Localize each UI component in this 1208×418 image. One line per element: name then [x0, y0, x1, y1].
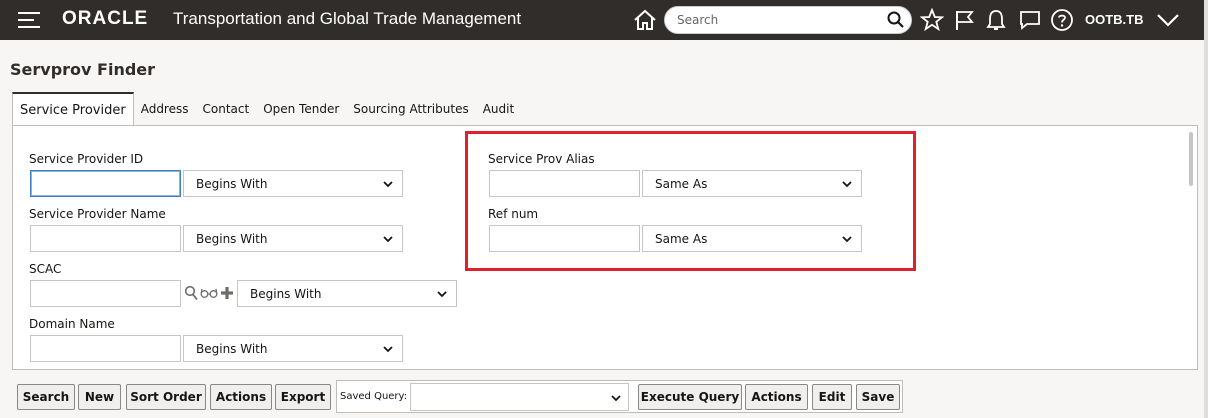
chat-icon[interactable]: [1018, 8, 1042, 32]
global-header: ORACLE Transportation and Global Trade M…: [0, 0, 1204, 40]
global-search-input[interactable]: [677, 11, 877, 29]
scac-operator[interactable]: Begins With: [237, 280, 457, 307]
hamburger-menu-icon[interactable]: [18, 12, 40, 28]
tab-service-provider[interactable]: Service Provider: [12, 92, 134, 126]
sort-order-button[interactable]: Sort Order: [126, 384, 206, 410]
oracle-logo: ORACLE: [62, 8, 149, 29]
scac-operator-value: Begins With: [250, 286, 322, 301]
service-provider-name-operator-value: Begins With: [196, 231, 268, 246]
service-provider-id-operator-value: Begins With: [196, 176, 268, 191]
page-title: Servprov Finder: [10, 60, 156, 79]
scac-input[interactable]: [30, 280, 181, 307]
service-provider-id-label: Service Provider ID: [29, 152, 144, 166]
service-provider-id-input[interactable]: [30, 170, 181, 197]
new-button[interactable]: New: [78, 384, 121, 410]
chevron-down-icon: [383, 236, 393, 243]
chevron-down-icon: [383, 181, 393, 188]
home-icon[interactable]: [632, 8, 658, 32]
domain-name-operator-value: Begins With: [196, 341, 268, 356]
flag-icon[interactable]: [953, 8, 975, 32]
help-icon[interactable]: [1050, 8, 1074, 32]
chevron-down-icon: [611, 395, 621, 402]
window-edge: [1204, 0, 1208, 418]
export-button[interactable]: Export: [275, 384, 331, 410]
search-icon[interactable]: [887, 11, 905, 29]
domain-name-label: Domain Name: [29, 317, 115, 331]
chevron-down-icon[interactable]: [1155, 10, 1181, 30]
add-icon[interactable]: [220, 286, 234, 300]
user-name[interactable]: OOTB.TB: [1085, 12, 1144, 27]
highlight-box: [465, 131, 916, 271]
chevron-down-icon: [437, 291, 447, 298]
star-icon[interactable]: [920, 8, 944, 32]
chevron-down-icon: [383, 346, 393, 353]
save-button[interactable]: Save: [856, 384, 900, 410]
search-button[interactable]: Search: [17, 384, 75, 410]
global-search: [664, 6, 912, 34]
saved-query-label: Saved Query:: [340, 391, 408, 402]
service-provider-name-label: Service Provider Name: [29, 207, 166, 221]
saved-query-select[interactable]: [410, 383, 629, 411]
actions-query-button[interactable]: Actions: [745, 384, 808, 410]
domain-name-input[interactable]: [30, 335, 181, 362]
product-name: Transportation and Global Trade Manageme…: [173, 9, 522, 28]
tab-contact[interactable]: Contact: [196, 92, 257, 126]
finder-tabs: Service Provider Address Contact Open Te…: [12, 92, 521, 126]
bell-icon[interactable]: [985, 8, 1007, 32]
domain-name-operator[interactable]: Begins With: [183, 335, 403, 362]
tab-address[interactable]: Address: [134, 92, 196, 126]
service-provider-name-input[interactable]: [30, 225, 181, 252]
service-provider-id-operator[interactable]: Begins With: [183, 170, 403, 197]
search-icon[interactable]: [184, 285, 198, 301]
execute-query-button[interactable]: Execute Query: [638, 384, 742, 410]
glasses-icon[interactable]: [200, 287, 218, 299]
scac-label: SCAC: [29, 262, 62, 276]
edit-button[interactable]: Edit: [812, 384, 852, 410]
panel-scrollbar[interactable]: [1189, 132, 1193, 186]
service-provider-name-operator[interactable]: Begins With: [183, 225, 403, 252]
tab-open-tender[interactable]: Open Tender: [256, 92, 346, 126]
actions-button[interactable]: Actions: [210, 384, 272, 410]
tab-audit[interactable]: Audit: [476, 92, 521, 126]
tab-sourcing-attributes[interactable]: Sourcing Attributes: [346, 92, 475, 126]
